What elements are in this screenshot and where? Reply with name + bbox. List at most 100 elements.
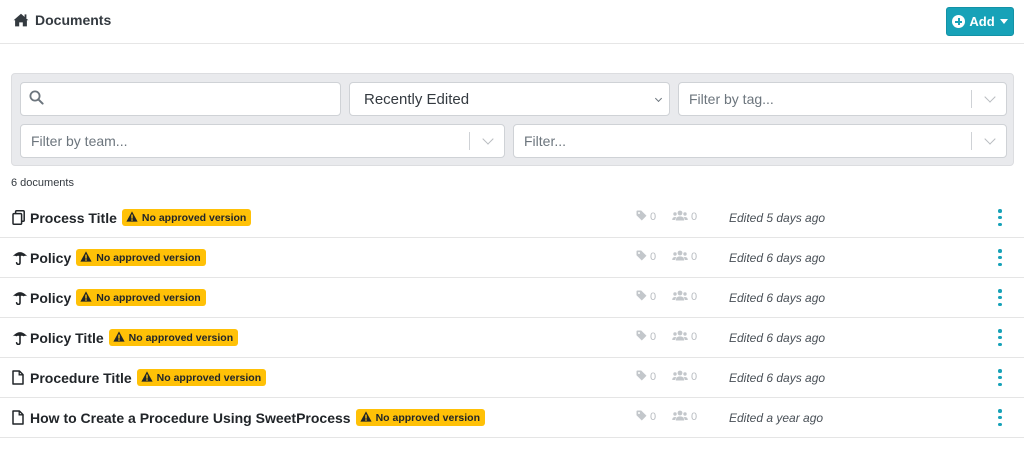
- umbrella-icon: [12, 290, 29, 306]
- page-title: Documents: [13, 12, 111, 28]
- edited-timestamp: Edited 6 days ago: [729, 251, 826, 265]
- document-title[interactable]: How to Create a Procedure Using SweetPro…: [30, 410, 351, 426]
- tag-count-value: 0: [650, 291, 657, 303]
- umbrella-icon: [12, 250, 29, 266]
- tag-filter-select[interactable]: Filter by tag...: [678, 82, 1007, 116]
- document-row-main: Procedure Title No approved version: [12, 369, 267, 386]
- edited-timestamp: Edited 5 days ago: [729, 211, 826, 225]
- team-count-value: 0: [691, 411, 698, 423]
- warning-icon: [141, 370, 153, 385]
- tag-count-value: 0: [650, 411, 657, 423]
- team-count-value: 0: [691, 291, 698, 303]
- users-icon: [672, 250, 688, 264]
- warning-icon: [359, 410, 372, 425]
- tag-count-value: 0: [650, 371, 657, 383]
- document-row[interactable]: How to Create a Procedure Using SweetPro…: [0, 398, 1024, 438]
- more-options-icon[interactable]: [996, 409, 1004, 426]
- more-options-icon[interactable]: [996, 369, 1004, 386]
- select-separator: [971, 90, 972, 108]
- status-badge: No approved version: [355, 409, 486, 426]
- document-title[interactable]: Policy: [30, 250, 71, 266]
- team-count-value: 0: [691, 251, 698, 263]
- status-badge-text: No approved version: [141, 211, 247, 224]
- tag-icon: [636, 210, 647, 224]
- chevron-down-icon[interactable]: [984, 91, 996, 103]
- add-button[interactable]: Add: [946, 7, 1014, 36]
- team-count-value: 0: [691, 211, 698, 223]
- more-options-icon[interactable]: [996, 249, 1004, 266]
- tag-count: 0: [636, 290, 656, 304]
- document-title[interactable]: Procedure Title: [30, 370, 132, 386]
- warning-icon: [80, 250, 92, 265]
- document-row-main: How to Create a Procedure Using SweetPro…: [12, 409, 486, 426]
- more-options-icon[interactable]: [996, 289, 1004, 306]
- document-row[interactable]: Policy No approved version 0 0 Edited 6 days…: [0, 278, 1024, 318]
- team-count: 0: [672, 330, 697, 344]
- file-icon: [12, 370, 29, 386]
- document-title[interactable]: Policy Title: [30, 330, 104, 346]
- more-options-icon[interactable]: [996, 329, 1004, 346]
- document-count: 6 documents: [11, 177, 74, 189]
- team-count-value: 0: [691, 331, 698, 343]
- document-row-main: Process Title No approved version: [12, 209, 252, 226]
- tag-icon: [636, 250, 647, 264]
- team-count: 0: [672, 250, 697, 264]
- select-separator: [469, 132, 470, 150]
- tag-icon: [636, 330, 647, 344]
- page-title-text: Documents: [35, 12, 112, 28]
- warning-icon: [80, 290, 92, 305]
- status-badge-text: No approved version: [96, 291, 201, 304]
- warning-icon: [126, 210, 138, 225]
- document-row-main: Policy No approved version: [12, 289, 206, 306]
- umbrella-icon: [12, 330, 29, 346]
- document-row[interactable]: Process Title No approved version 0 0 Edited…: [0, 198, 1024, 238]
- chevron-down-icon[interactable]: [984, 133, 996, 145]
- sort-select[interactable]: Recently Edited: [349, 82, 670, 116]
- tag-count-value: 0: [650, 211, 657, 223]
- status-badge-text: No approved version: [375, 411, 481, 424]
- edited-timestamp: Edited a year ago: [729, 411, 824, 425]
- tag-icon: [636, 290, 647, 304]
- tag-icon: [636, 370, 647, 384]
- edited-timestamp: Edited 6 days ago: [729, 371, 826, 385]
- users-icon: [672, 330, 688, 344]
- tag-count: 0: [636, 410, 656, 424]
- users-icon: [672, 370, 688, 384]
- search-input[interactable]: [20, 82, 341, 116]
- tag-count: 0: [636, 370, 656, 384]
- tag-count-value: 0: [650, 251, 657, 263]
- warning-icon: [113, 330, 125, 345]
- document-row-main: Policy Title No approved version: [12, 329, 239, 346]
- team-filter-placeholder: Filter by team...: [31, 133, 128, 149]
- document-row[interactable]: Policy No approved version 0 0 Edited 6 days…: [0, 238, 1024, 278]
- document-title[interactable]: Policy: [30, 290, 71, 306]
- status-badge-text: No approved version: [156, 371, 262, 384]
- status-badge: No approved version: [108, 329, 239, 346]
- document-row[interactable]: Policy Title No approved version 0 0 Edited …: [0, 318, 1024, 358]
- status-badge: No approved version: [76, 249, 206, 266]
- users-icon: [672, 410, 688, 424]
- caret-down-icon: [999, 19, 1008, 24]
- status-badge: No approved version: [136, 369, 267, 386]
- team-count-value: 0: [691, 371, 698, 383]
- status-badge: No approved version: [76, 289, 206, 306]
- file-icon: [12, 410, 29, 426]
- tag-count: 0: [636, 210, 656, 224]
- document-row[interactable]: Procedure Title No approved version 0 0 Edit…: [0, 358, 1024, 398]
- tag-icon: [636, 410, 647, 424]
- sort-select-value: Recently Edited: [364, 90, 470, 108]
- edited-timestamp: Edited 6 days ago: [729, 291, 826, 305]
- more-options-icon[interactable]: [996, 209, 1004, 226]
- chevron-down-icon[interactable]: [482, 133, 494, 145]
- team-count: 0: [672, 370, 697, 384]
- copy-icon: [12, 210, 29, 226]
- document-row-main: Policy No approved version: [12, 249, 206, 266]
- generic-filter-select[interactable]: Filter...: [513, 124, 1007, 158]
- document-title[interactable]: Process Title: [30, 210, 117, 226]
- tag-count: 0: [636, 330, 656, 344]
- status-badge-text: No approved version: [96, 251, 201, 264]
- team-filter-select[interactable]: Filter by team...: [20, 124, 505, 158]
- filter-panel: Recently Edited Filter by tag... Filter …: [11, 73, 1014, 166]
- home-icon: [13, 13, 29, 27]
- users-icon: [672, 290, 688, 304]
